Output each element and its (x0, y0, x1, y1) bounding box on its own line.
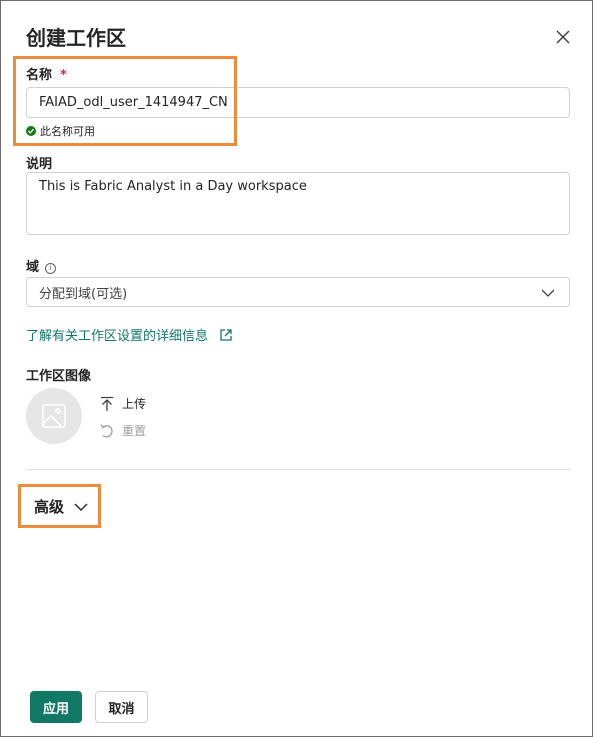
domain-select-placeholder: 分配到域(可选) (39, 286, 128, 302)
description-value: This is Fabric Analyst in a Day workspac… (39, 179, 307, 194)
cancel-button[interactable]: 取消 (95, 691, 148, 723)
close-icon[interactable] (554, 28, 572, 46)
upload-label: 上传 (122, 397, 147, 411)
workspace-image-label: 工作区图像 (26, 369, 92, 384)
description-label: 说明 (26, 157, 53, 172)
learn-more-text: 了解有关工作区设置的详细信息 (26, 329, 209, 344)
upload-button[interactable]: 上传 (100, 395, 146, 412)
description-textarea[interactable]: This is Fabric Analyst in a Day workspac… (26, 172, 570, 235)
name-highlight-box (13, 56, 237, 146)
open-external-icon (220, 328, 232, 341)
advanced-highlight-box (18, 484, 101, 528)
reset-button[interactable]: 重置 (100, 422, 146, 439)
apply-button[interactable]: 应用 (30, 691, 82, 723)
workspace-image-avatar (26, 388, 82, 444)
domain-select[interactable]: 分配到域(可选) (26, 277, 570, 307)
reset-label: 重置 (122, 424, 147, 438)
image-placeholder-icon (42, 404, 66, 428)
upload-icon (101, 396, 113, 411)
domain-label: 域i (26, 256, 57, 275)
learn-more-link[interactable]: 了解有关工作区设置的详细信息 (26, 325, 234, 344)
info-icon[interactable]: i (45, 263, 57, 274)
reset-icon (100, 423, 113, 437)
chevron-down-icon (541, 289, 555, 297)
domain-label-text: 域 (26, 260, 40, 275)
dialog-title: 创建工作区 (26, 26, 126, 50)
section-divider (26, 469, 570, 470)
